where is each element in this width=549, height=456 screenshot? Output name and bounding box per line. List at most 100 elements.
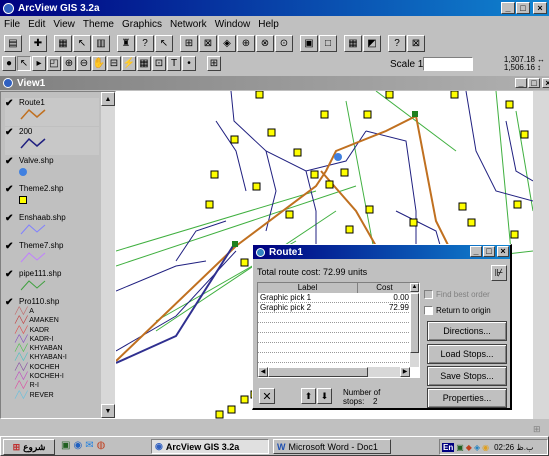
select-features-icon[interactable]: ▣ bbox=[300, 35, 318, 52]
minimize-button[interactable]: _ bbox=[501, 2, 515, 14]
tray-icon-3[interactable]: ◈ bbox=[474, 443, 480, 452]
clear-selection-icon[interactable]: □ bbox=[319, 35, 337, 52]
chart-icon[interactable]: ◩ bbox=[363, 35, 381, 52]
delete-stop-icon[interactable]: ✕ bbox=[259, 388, 275, 404]
tray-icon-1[interactable]: ▣ bbox=[456, 443, 464, 452]
table-row[interactable] bbox=[258, 343, 411, 353]
zoom-full-icon[interactable]: ⊞ bbox=[180, 35, 198, 52]
legend-item-200[interactable]: ✔ 200 bbox=[5, 127, 99, 155]
menu-view[interactable]: View bbox=[53, 19, 75, 30]
legend-item-enshaab[interactable]: ✔ Enshaab.shp bbox=[5, 213, 99, 241]
visible-check[interactable]: ✔ bbox=[5, 297, 13, 308]
find-icon[interactable]: ♜ bbox=[117, 35, 135, 52]
vertex-edit-icon[interactable]: ▸ bbox=[32, 56, 46, 71]
theme-properties-icon[interactable]: ▦ bbox=[54, 35, 72, 52]
menu-graphics[interactable]: Graphics bbox=[122, 19, 162, 30]
visible-check[interactable]: ✔ bbox=[5, 98, 13, 109]
table-row[interactable]: Graphic pick 2 72.99 bbox=[258, 303, 411, 313]
menu-window[interactable]: Window bbox=[215, 19, 251, 30]
table-row[interactable]: Graphic pick 1 0.00 bbox=[258, 293, 411, 303]
visible-check[interactable]: ✔ bbox=[5, 269, 13, 280]
return-to-origin-checkbox[interactable] bbox=[424, 306, 433, 315]
resize-grip-icon[interactable]: ⊞ bbox=[533, 424, 541, 435]
visible-check[interactable]: ✔ bbox=[5, 184, 13, 195]
hotlink-icon[interactable]: ⚡ bbox=[122, 56, 136, 71]
route-close-button[interactable]: × bbox=[497, 246, 509, 257]
visible-check[interactable]: ✔ bbox=[5, 156, 13, 167]
mail-icon[interactable]: ✉ bbox=[85, 440, 93, 451]
zoom-out-tool-icon[interactable]: ⊖ bbox=[77, 56, 91, 71]
pointer-icon[interactable]: ↖ bbox=[17, 56, 31, 71]
visible-check[interactable]: ✔ bbox=[5, 213, 13, 224]
legend-item-valve[interactable]: ✔ Valve.shp bbox=[5, 156, 99, 184]
table-row[interactable] bbox=[258, 313, 411, 323]
scroll-thumb-h[interactable] bbox=[268, 367, 368, 377]
scroll-left-icon[interactable]: ◀ bbox=[258, 367, 268, 377]
add-theme-icon[interactable]: ✚ bbox=[29, 35, 47, 52]
save-icon[interactable]: ▤ bbox=[4, 35, 22, 52]
scroll-up-icon[interactable]: ▲ bbox=[410, 283, 419, 292]
zoom-selected-icon[interactable]: ◈ bbox=[218, 35, 236, 52]
scroll-thumb[interactable] bbox=[410, 293, 419, 353]
view-minimize-button[interactable]: _ bbox=[515, 78, 527, 88]
return-to-origin-option[interactable]: Return to origin bbox=[424, 306, 491, 315]
help-icon[interactable]: ? bbox=[388, 35, 406, 52]
zoom-out-icon[interactable]: ⊗ bbox=[256, 35, 274, 52]
find-best-order-checkbox[interactable] bbox=[424, 290, 433, 299]
table-row[interactable] bbox=[258, 323, 411, 333]
query-icon[interactable]: ? bbox=[136, 35, 154, 52]
table-row[interactable] bbox=[258, 353, 411, 363]
scroll-up-icon[interactable]: ▲ bbox=[101, 92, 115, 106]
route-minimize-button[interactable]: _ bbox=[470, 246, 482, 257]
label-icon[interactable]: ⊡ bbox=[152, 56, 166, 71]
menu-network[interactable]: Network bbox=[170, 19, 207, 30]
map-vertical-scrollbar[interactable] bbox=[533, 91, 549, 419]
legend-item-pro110[interactable]: ✔ Pro110.shp ╱╲╱ A ╱╲╱ AMAKEN ╱╲╱ KADR ╱… bbox=[5, 297, 99, 415]
scroll-down-icon[interactable]: ▼ bbox=[101, 404, 115, 418]
menu-theme[interactable]: Theme bbox=[83, 19, 114, 30]
load-stops-button[interactable]: Load Stops... bbox=[427, 344, 507, 364]
select-feature-tool-icon[interactable]: ◰ bbox=[47, 56, 61, 71]
toc-scrollbar[interactable]: ▲ ▼ bbox=[101, 92, 115, 418]
measure-icon[interactable]: ⊟ bbox=[107, 56, 121, 71]
view-close-button[interactable]: × bbox=[542, 78, 549, 88]
move-up-icon[interactable]: ⬆ bbox=[301, 388, 316, 404]
legend-item-theme7[interactable]: ✔ Theme7.shp bbox=[5, 241, 99, 269]
taskbar-word[interactable]: W Microsoft Word - Doc1 bbox=[273, 439, 391, 454]
maximize-button[interactable]: □ bbox=[516, 2, 530, 14]
zoom-in-tool-icon[interactable]: ⊕ bbox=[62, 56, 76, 71]
draw-point-icon[interactable]: • bbox=[182, 56, 196, 71]
move-down-icon[interactable]: ⬇ bbox=[317, 388, 332, 404]
network-tool-icon[interactable]: ⊞ bbox=[207, 56, 221, 71]
properties-button[interactable]: Properties... bbox=[427, 388, 507, 408]
find-best-order-option[interactable]: Find best order bbox=[424, 290, 490, 299]
network-options-icon[interactable]: ⊮ bbox=[491, 265, 507, 281]
directions-button[interactable]: Directions... bbox=[427, 321, 507, 341]
pan-icon[interactable]: ✋ bbox=[92, 56, 106, 71]
text-icon[interactable]: T bbox=[167, 56, 181, 71]
route-maximize-button[interactable]: □ bbox=[483, 246, 495, 257]
menu-file[interactable]: File bbox=[4, 19, 20, 30]
network-icon[interactable]: ⊠ bbox=[407, 35, 425, 52]
zoom-in-icon[interactable]: ⊕ bbox=[237, 35, 255, 52]
legend-item-pipe111[interactable]: ✔ pipe111.shp bbox=[5, 269, 99, 297]
visible-check[interactable]: ✔ bbox=[5, 127, 13, 138]
zoom-active-icon[interactable]: ⊠ bbox=[199, 35, 217, 52]
close-button[interactable]: × bbox=[533, 2, 547, 14]
layout-icon[interactable]: ▦ bbox=[344, 35, 362, 52]
legend-item-route1[interactable]: ✔ Route1 bbox=[5, 98, 99, 126]
stops-horizontal-scrollbar[interactable]: ◀ ▶ bbox=[258, 367, 410, 377]
area-of-interest-icon[interactable]: ▦ bbox=[137, 56, 151, 71]
table-row[interactable] bbox=[258, 333, 411, 343]
visible-check[interactable]: ✔ bbox=[5, 241, 13, 252]
tray-icon-4[interactable]: ◉ bbox=[482, 443, 489, 452]
scale-input[interactable] bbox=[423, 57, 473, 71]
taskbar-arcview[interactable]: ◉ ArcView GIS 3.2a bbox=[151, 439, 269, 454]
save-stops-button[interactable]: Save Stops... bbox=[427, 366, 507, 386]
media-icon[interactable]: ◍ bbox=[97, 440, 106, 451]
legend-item-theme2[interactable]: ✔ Theme2.shp bbox=[5, 184, 99, 212]
browser-icon[interactable]: ◉ bbox=[73, 440, 82, 451]
identify-icon[interactable]: ● bbox=[2, 56, 16, 71]
zoom-previous-icon[interactable]: ⊙ bbox=[275, 35, 293, 52]
edit-legend-icon[interactable]: ↖ bbox=[73, 35, 91, 52]
